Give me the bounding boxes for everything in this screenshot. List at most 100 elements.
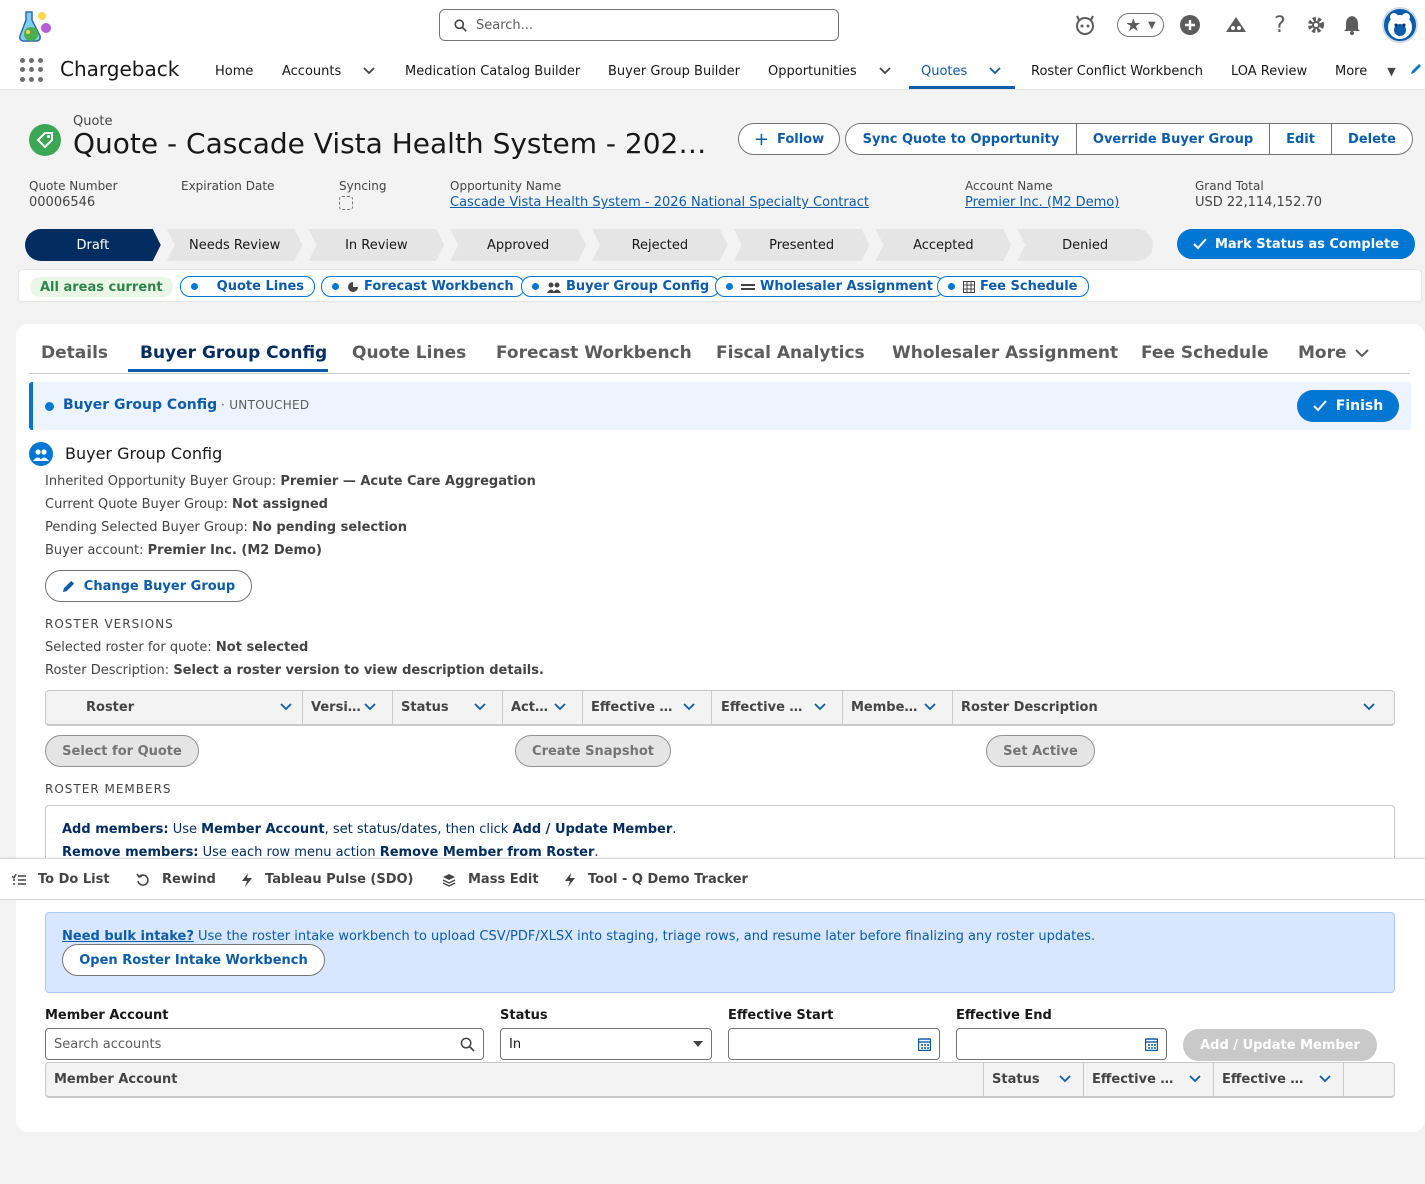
chevron-down-icon[interactable] xyxy=(474,700,486,715)
tab-quote-lines[interactable]: Quote Lines xyxy=(352,343,466,363)
utility-mass-edit[interactable]: Mass Edit xyxy=(442,872,539,887)
sync-quote-button[interactable]: Sync Quote to Opportunity xyxy=(845,123,1076,155)
utility-q-demo-tracker[interactable]: Tool - Q Demo Tracker xyxy=(564,872,748,887)
area-chip-buyer-group-config[interactable]: Buyer Group Config xyxy=(521,276,721,297)
agent-icon[interactable] xyxy=(1072,12,1098,38)
add-update-member-button[interactable]: Add / Update Member xyxy=(1183,1029,1377,1061)
chevron-down-icon[interactable] xyxy=(989,64,1001,79)
open-roster-intake-workbench-button[interactable]: Open Roster Intake Workbench xyxy=(62,944,325,976)
account-link[interactable]: Premier Inc. (M2 Demo) xyxy=(965,195,1119,210)
effective-end-date-input[interactable] xyxy=(956,1028,1167,1060)
nav-item-opportunities[interactable]: Opportunities xyxy=(768,62,891,80)
column-header-effective-end[interactable]: Effective … xyxy=(721,690,842,724)
notifications-bell-icon[interactable] xyxy=(1339,12,1365,38)
chevron-down-icon[interactable] xyxy=(363,64,375,79)
tab-details[interactable]: Details xyxy=(41,343,108,363)
delete-button[interactable]: Delete xyxy=(1331,123,1413,155)
chevron-down-icon[interactable] xyxy=(1363,700,1375,715)
utility-to-do-list[interactable]: To Do List xyxy=(12,872,110,887)
create-snapshot-button[interactable]: Create Snapshot xyxy=(515,735,671,767)
column-header-member-account[interactable]: Member Account xyxy=(54,1062,974,1096)
area-chip-fee-schedule[interactable]: Fee Schedule xyxy=(937,276,1089,297)
override-buyer-group-button[interactable]: Override Buyer Group xyxy=(1076,123,1269,155)
area-chip-wholesaler-assignment[interactable]: Wholesaler Assignment xyxy=(715,276,944,297)
tab-forecast-workbench[interactable]: Forecast Workbench xyxy=(496,343,692,363)
app-launcher-icon[interactable] xyxy=(20,58,44,82)
path-stage-in-review[interactable]: In Review xyxy=(309,229,445,261)
column-header-effective-start[interactable]: Effective … xyxy=(591,690,711,724)
column-header-version[interactable]: Versi… xyxy=(311,690,392,724)
path-stage-needs-review[interactable]: Needs Review xyxy=(167,229,303,261)
chevron-down-icon[interactable] xyxy=(364,700,376,715)
nav-item-medication-catalog-builder[interactable]: Medication Catalog Builder xyxy=(405,62,580,80)
tab-fee-schedule[interactable]: Fee Schedule xyxy=(1141,343,1268,363)
status-select[interactable]: In xyxy=(500,1028,712,1060)
column-header-member-effective-end[interactable]: Effective … xyxy=(1222,1062,1343,1096)
help-icon[interactable]: ? xyxy=(1267,12,1293,38)
utility-tableau-pulse[interactable]: Tableau Pulse (SDO) xyxy=(241,872,414,887)
edit-button[interactable]: Edit xyxy=(1269,123,1331,155)
nav-item-accounts[interactable]: Accounts xyxy=(282,62,375,80)
setup-gear-icon[interactable] xyxy=(1303,12,1329,38)
path-stage-accepted[interactable]: Accepted xyxy=(876,229,1012,261)
path-stage-denied[interactable]: Denied xyxy=(1017,229,1153,261)
global-search-input[interactable]: Search... xyxy=(439,9,839,41)
bulk-intake-link[interactable]: Need bulk intake? xyxy=(62,929,194,944)
column-header-member-effective-start[interactable]: Effective … xyxy=(1092,1062,1213,1096)
select-for-quote-button[interactable]: Select for Quote xyxy=(45,735,199,767)
chevron-down-icon[interactable] xyxy=(1059,1072,1071,1087)
area-chip-quote-lines[interactable]: Quote Lines xyxy=(180,276,315,297)
finish-button[interactable]: Finish xyxy=(1297,390,1399,422)
edit-nav-pencil-icon[interactable] xyxy=(1409,62,1423,80)
path-stage-approved[interactable]: Approved xyxy=(450,229,586,261)
mark-status-complete-button[interactable]: Mark Status as Complete xyxy=(1177,229,1415,259)
app-name: Chargeback xyxy=(60,57,180,81)
global-create-icon[interactable] xyxy=(1177,12,1203,38)
utility-rewind[interactable]: Rewind xyxy=(136,872,216,887)
status-dot xyxy=(332,283,339,290)
chevron-down-icon[interactable] xyxy=(554,700,566,715)
member-account-search-input[interactable]: Search accounts xyxy=(45,1028,484,1060)
tab-fiscal-analytics[interactable]: Fiscal Analytics xyxy=(716,343,865,363)
nav-item-home[interactable]: Home xyxy=(215,62,253,80)
user-avatar[interactable] xyxy=(1382,7,1418,43)
tab-more[interactable]: More xyxy=(1298,343,1369,363)
line-value: No pending selection xyxy=(252,520,407,535)
column-header-status[interactable]: Status xyxy=(401,690,502,724)
path-stage-presented[interactable]: Presented xyxy=(734,229,870,261)
nav-item-buyer-group-builder[interactable]: Buyer Group Builder xyxy=(608,62,740,80)
tab-wholesaler-assignment[interactable]: Wholesaler Assignment xyxy=(892,343,1118,363)
change-buyer-group-button[interactable]: Change Buyer Group xyxy=(45,570,252,602)
trailhead-icon[interactable] xyxy=(1223,12,1249,38)
calendar-icon[interactable] xyxy=(1145,1037,1158,1051)
tab-buyer-group-config[interactable]: Buyer Group Config xyxy=(140,343,327,363)
chevron-down-icon[interactable] xyxy=(814,700,826,715)
column-header-roster[interactable]: Roster xyxy=(86,690,302,724)
follow-button[interactable]: + Follow xyxy=(738,123,840,155)
favorites-toggle[interactable]: ★ ▼ xyxy=(1117,13,1164,37)
chevron-down-icon[interactable] xyxy=(924,700,936,715)
nav-item-quotes[interactable]: Quotes xyxy=(921,62,1001,80)
chevron-down-icon[interactable] xyxy=(280,700,292,715)
nav-item-loa-review[interactable]: LOA Review xyxy=(1231,62,1307,80)
nav-item-more[interactable]: More ▼ xyxy=(1335,62,1396,80)
column-header-active[interactable]: Act… xyxy=(511,690,582,724)
field-opportunity-name: Opportunity Name Cascade Vista Health Sy… xyxy=(450,179,869,210)
instr-bold: Member Account xyxy=(201,822,325,837)
effective-start-date-input[interactable] xyxy=(728,1028,940,1060)
path-stage-rejected[interactable]: Rejected xyxy=(592,229,728,261)
area-chip-forecast-workbench[interactable]: Forecast Workbench xyxy=(321,276,525,297)
column-header-members[interactable]: Membe… xyxy=(851,690,952,724)
column-header-roster-description[interactable]: Roster Description xyxy=(961,690,1391,724)
set-active-button[interactable]: Set Active xyxy=(986,735,1095,767)
nav-item-roster-conflict-workbench[interactable]: Roster Conflict Workbench xyxy=(1031,62,1203,80)
chevron-down-icon[interactable] xyxy=(1319,1072,1331,1087)
column-header-member-status[interactable]: Status xyxy=(992,1062,1083,1096)
chevron-down-icon[interactable] xyxy=(879,64,891,79)
chevron-down-icon[interactable] xyxy=(683,700,695,715)
path-stage-draft[interactable]: Draft xyxy=(25,229,161,261)
chevron-down-icon[interactable] xyxy=(1189,1072,1201,1087)
app-logo-icon[interactable] xyxy=(14,6,56,46)
calendar-icon[interactable] xyxy=(918,1037,931,1051)
opportunity-link[interactable]: Cascade Vista Health System - 2026 Natio… xyxy=(450,195,869,210)
